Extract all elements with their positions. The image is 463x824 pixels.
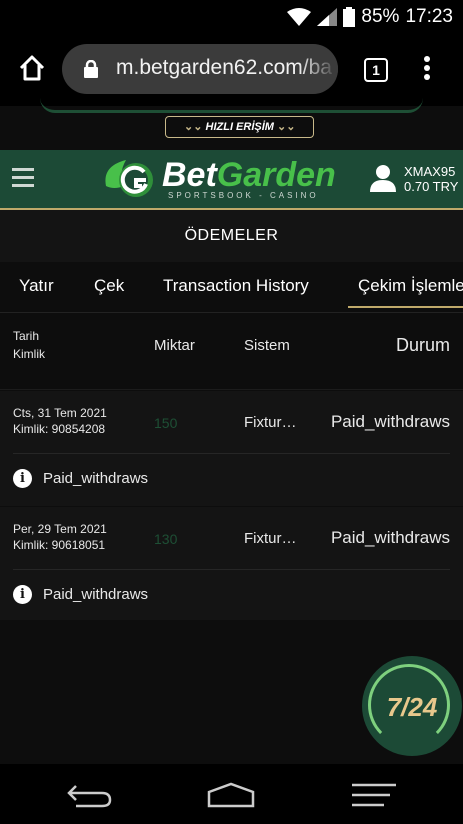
page-title: ÖDEMELER (0, 210, 463, 262)
double-chevron-icon: ⌄⌄ (277, 121, 296, 133)
username: XMAX95 (404, 164, 456, 179)
live-support-button[interactable]: 7/24 (362, 656, 462, 756)
row-system: Fixtur… (244, 414, 297, 431)
tab-withdraw[interactable]: Çek (94, 276, 124, 296)
status-bar: 85% 17:23 (0, 0, 463, 34)
row-amount: 150 (154, 415, 178, 431)
url-fade (298, 44, 338, 94)
table-row[interactable]: Per, 29 Tem 2021 Kimlik: 90618051 130 Fi… (0, 507, 463, 620)
home-nav-icon[interactable] (206, 782, 256, 808)
row-amount: 130 (154, 531, 178, 547)
row-date-block: Cts, 31 Tem 2021 Kimlik: 90854208 (13, 405, 107, 437)
recent-apps-icon[interactable] (350, 782, 398, 808)
row-note-text: Paid_withdraws (43, 470, 149, 487)
row-note: i Paid_withdraws (13, 469, 148, 488)
column-header-amount: Miktar (154, 337, 195, 354)
row-divider (13, 453, 450, 454)
site-header: BetGarden SPORTSBOOK - CASINO XMAX95 0.7… (0, 150, 463, 210)
column-header-status: Durum (395, 335, 450, 355)
row-status: Paid_withdraws (330, 528, 450, 547)
overflow-menu-icon[interactable] (422, 56, 432, 84)
payment-tabs: Yatır Çek Transaction History Çekim İşle… (0, 262, 463, 313)
row-note: i Paid_withdraws (13, 585, 148, 604)
table-header: Tarih Kimlik Miktar Sistem Durum (0, 313, 463, 390)
row-status: Paid_withdraws (330, 412, 450, 431)
url-bar[interactable]: m.betgarden62.com/ba (62, 44, 338, 94)
hamburger-menu-icon[interactable] (12, 168, 34, 192)
signal-icon (317, 8, 338, 26)
battery-percent: 85% (361, 6, 400, 27)
tab-withdrawal-transactions[interactable]: Çekim İşlemleri (347, 276, 463, 308)
row-id: Kimlik: 90618051 (13, 538, 106, 552)
support-label: 7/24 (386, 692, 438, 722)
clock: 17:23 (405, 6, 453, 27)
double-chevron-icon: ⌄⌄ (184, 121, 203, 133)
row-note-text: Paid_withdraws (43, 586, 149, 603)
home-icon[interactable] (18, 54, 46, 82)
leaf-logo-icon (105, 160, 153, 197)
quick-access-arc (40, 98, 423, 113)
quick-access-button[interactable]: ⌄⌄ HIZLI ERİŞİM ⌄⌄ (165, 116, 315, 138)
brand-tagline: SPORTSBOOK - CASINO (168, 190, 319, 200)
row-id: Kimlik: 90854208 (13, 422, 106, 436)
brand-name: BetGarden (162, 155, 336, 194)
info-icon: i (13, 469, 32, 488)
brand-logo[interactable]: BetGarden SPORTSBOOK - CASINO (100, 156, 336, 202)
info-icon: i (13, 585, 32, 604)
quick-access-bar: ⌄⌄ HIZLI ERİŞİM ⌄⌄ (0, 106, 463, 150)
table-row[interactable]: Cts, 31 Tem 2021 Kimlik: 90854208 150 Fi… (0, 391, 463, 506)
row-date: Per, 29 Tem 2021 (13, 522, 107, 536)
row-date-block: Per, 29 Tem 2021 Kimlik: 90618051 (13, 521, 107, 553)
row-date: Cts, 31 Tem 2021 (13, 406, 107, 420)
column-header-id: Kimlik (13, 347, 45, 361)
browser-toolbar: m.betgarden62.com/ba 1 (0, 34, 463, 106)
user-avatar-icon[interactable] (370, 164, 396, 192)
tab-transaction-history[interactable]: Transaction History (163, 276, 309, 296)
back-icon[interactable] (66, 782, 112, 808)
quick-access-label: HIZLI ERİŞİM (205, 121, 274, 133)
balance: 0.70 TRY (404, 179, 459, 194)
row-divider (13, 569, 450, 570)
system-navigation-bar (0, 764, 463, 824)
lock-icon (84, 60, 98, 78)
battery-icon (343, 7, 356, 27)
column-header-date: Tarih (13, 329, 40, 343)
column-header-system: Sistem (244, 337, 290, 354)
tab-deposit[interactable]: Yatır (19, 276, 54, 296)
row-system: Fixtur… (244, 530, 297, 547)
user-info[interactable]: XMAX95 0.70 TRY (404, 164, 458, 194)
wifi-icon (287, 8, 312, 26)
tab-switcher-button[interactable]: 1 (364, 58, 388, 82)
